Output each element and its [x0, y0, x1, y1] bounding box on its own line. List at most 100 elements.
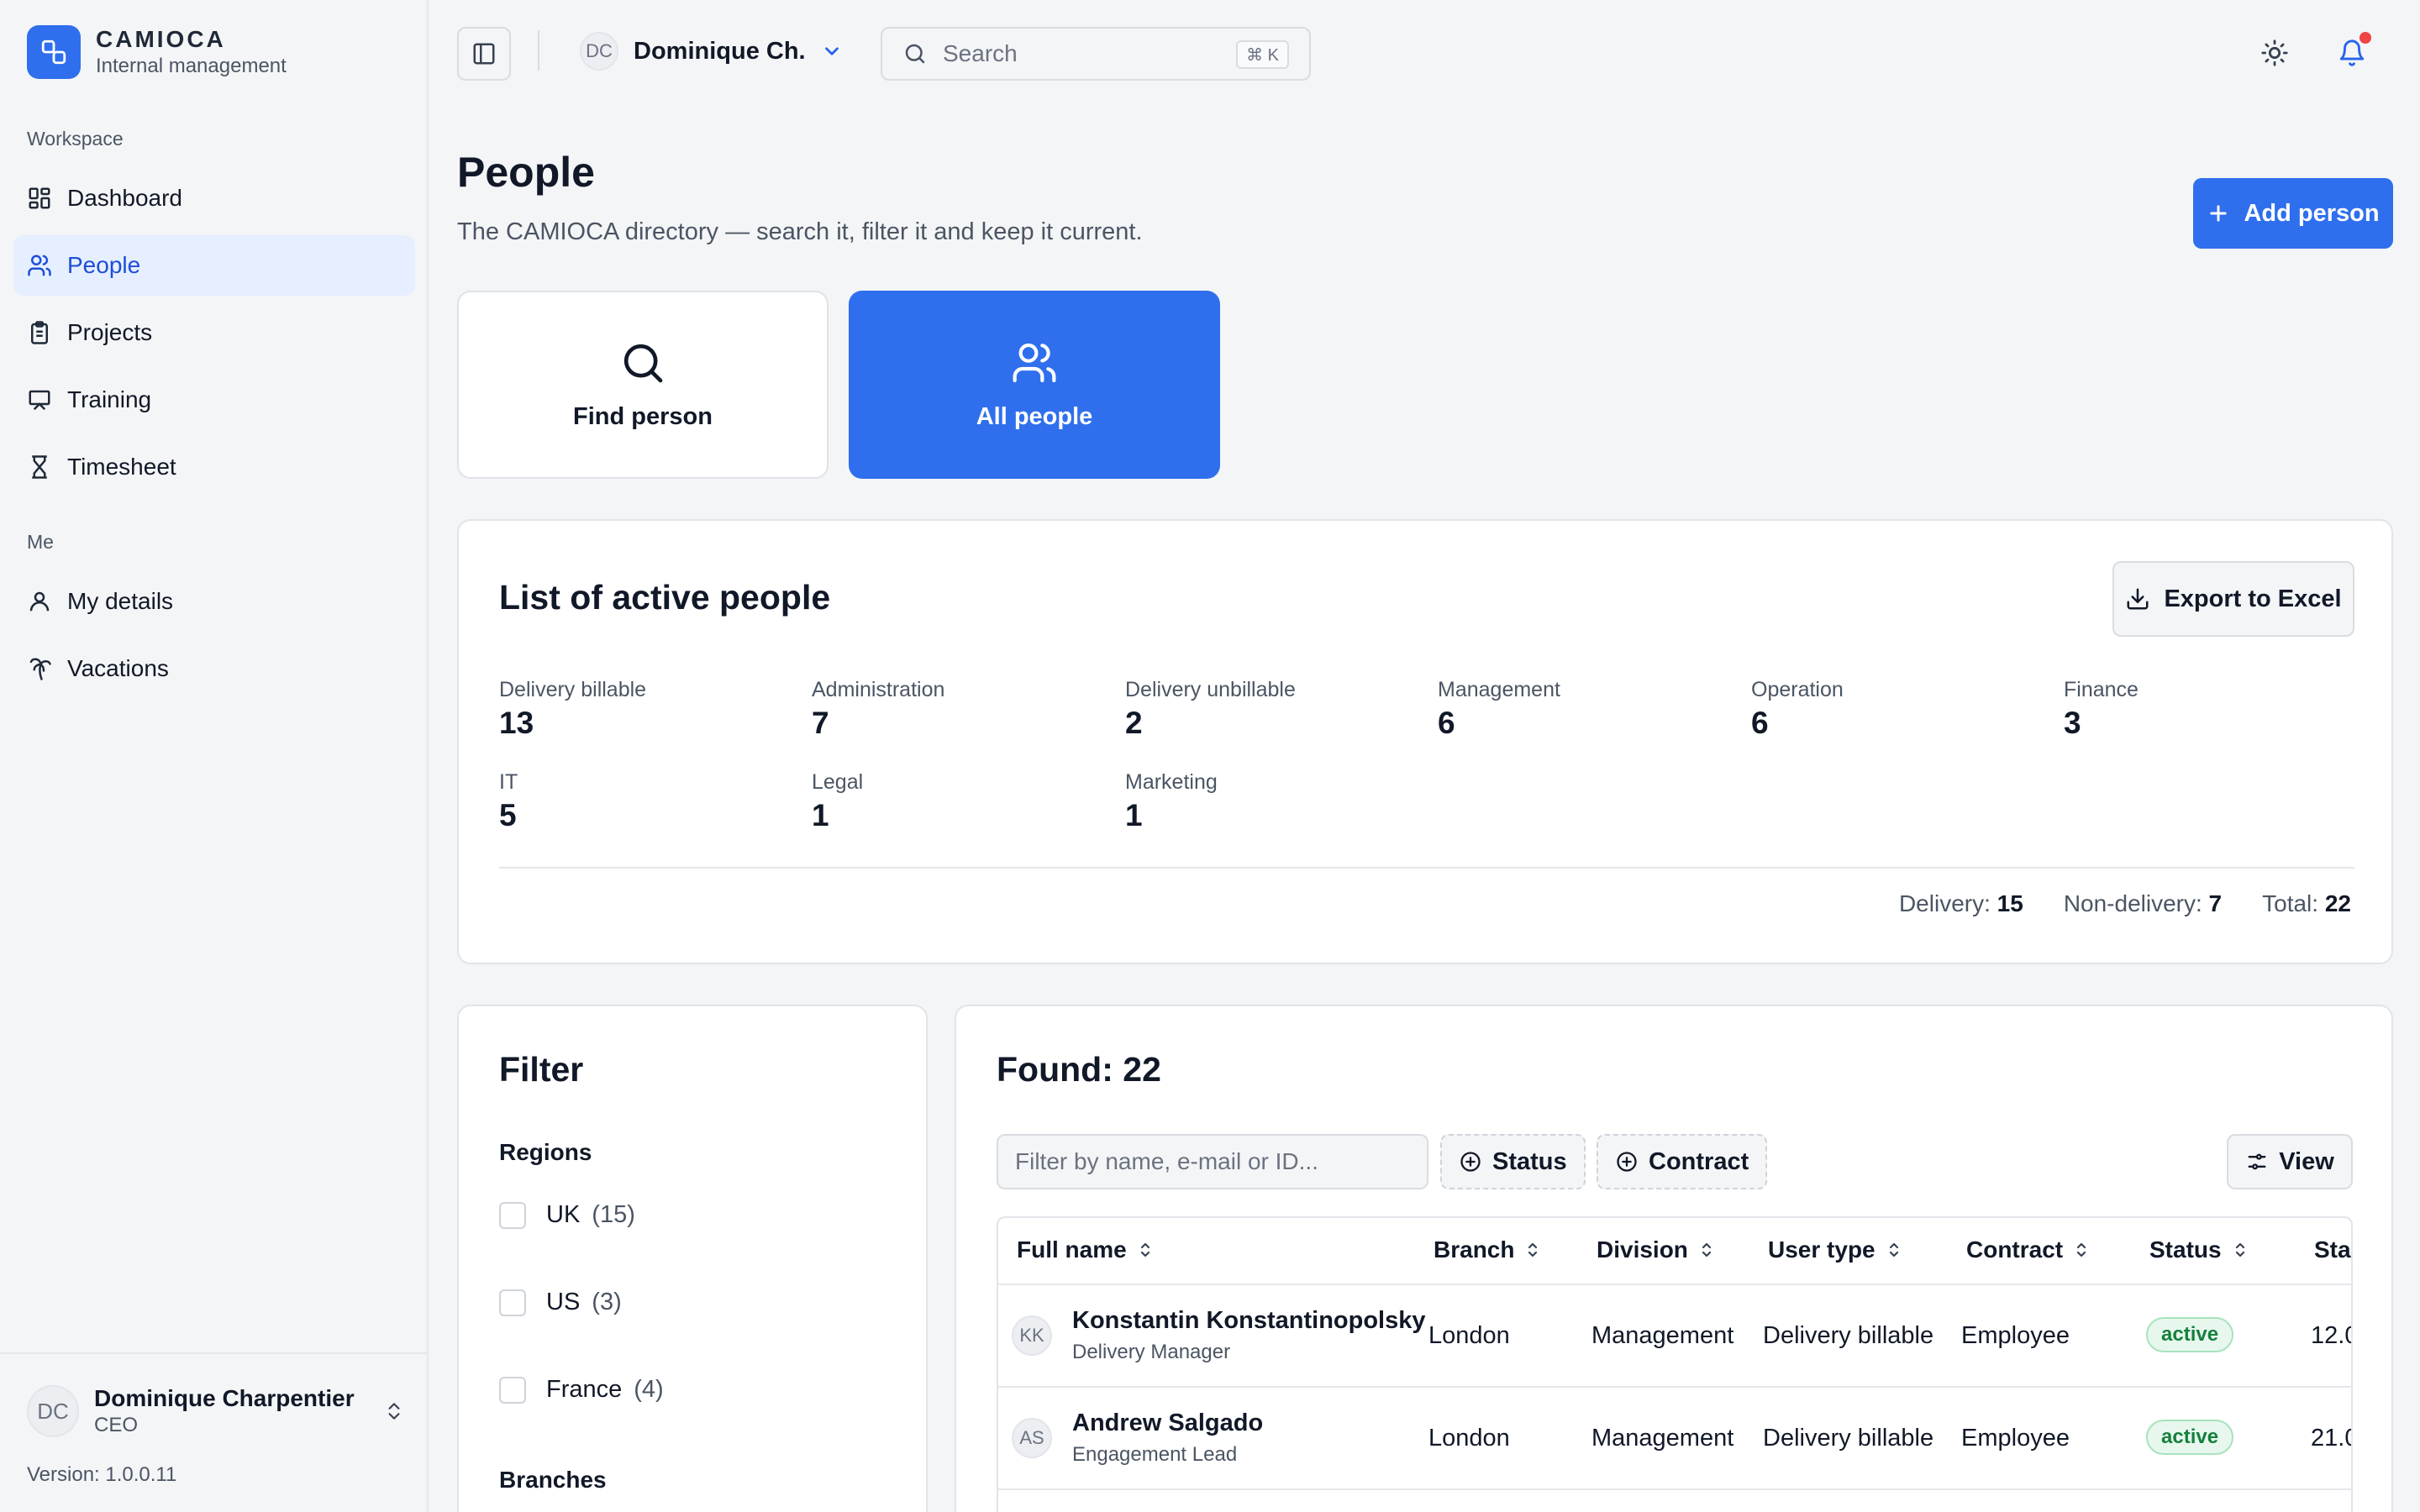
search-shortcut: ⌘ K — [1236, 40, 1289, 69]
sidebar-item-people[interactable]: People — [13, 235, 415, 296]
dashboard-icon — [27, 186, 52, 211]
avatar: KK — [1012, 1315, 1052, 1356]
sidebar-item-vacations[interactable]: Vacations — [13, 638, 415, 699]
me-section-label: Me — [27, 531, 54, 553]
contract-filter-chip[interactable]: Contract — [1597, 1134, 1768, 1189]
brand[interactable]: CAMIOCA Internal management — [27, 25, 287, 79]
total-all: Total: 22 — [2262, 890, 2351, 916]
column-header-start[interactable]: Sta — [2314, 1236, 2351, 1263]
sidebar-item-label: Timesheet — [67, 454, 176, 480]
users-icon — [1011, 339, 1058, 386]
plus-circle-icon — [1615, 1150, 1649, 1173]
sidebar-item-training[interactable]: Training — [13, 370, 415, 430]
region-filter-uk[interactable]: UK (15) — [499, 1201, 635, 1229]
results-count: Found: 22 — [997, 1050, 1161, 1089]
table-header: Full name Branch Division User type Cont… — [998, 1218, 2351, 1285]
sidebar-item-label: Projects — [67, 319, 153, 345]
checkbox[interactable] — [499, 1201, 526, 1229]
plus-circle-icon — [1459, 1150, 1492, 1173]
notifications-button[interactable] — [2338, 32, 2371, 67]
contract-chip-label: Contract — [1649, 1147, 1749, 1175]
user-switcher[interactable]: DC Dominique Ch. — [580, 32, 843, 71]
stat-it: IT 5 — [499, 769, 802, 837]
sidebar-item-my-details[interactable]: My details — [13, 571, 415, 632]
stat-label: Finance — [2064, 678, 2139, 701]
people-filter-input[interactable]: Filter by name, e-mail or ID... — [997, 1134, 1428, 1189]
column-header-status[interactable]: Status — [2149, 1236, 2250, 1263]
table-row[interactable]: AS Andrew Salgado Engagement Lead London… — [998, 1388, 2351, 1490]
all-people-tile[interactable]: All people — [849, 291, 1220, 479]
current-user-role: CEO — [94, 1414, 139, 1436]
stat-value: 2 — [1125, 706, 1143, 740]
table-row[interactable]: KK Konstantin Konstantinopolsky Delivery… — [998, 1285, 2351, 1388]
cell-contract: Employee — [1961, 1322, 2070, 1349]
cell-division: Management — [1591, 1425, 1734, 1452]
stat-delivery-billable: Delivery billable 13 — [499, 677, 802, 744]
stat-operation: Operation 6 — [1751, 677, 2054, 744]
stat-value: 3 — [2064, 706, 2081, 740]
stat-value: 6 — [1438, 706, 1455, 740]
checkbox[interactable] — [499, 1376, 526, 1404]
view-options-button[interactable]: View — [2227, 1134, 2353, 1189]
sidebar: CAMIOCA Internal management Workspace Da… — [0, 0, 429, 1512]
status-chip-label: Status — [1492, 1147, 1567, 1175]
add-person-button[interactable]: Add person — [2193, 178, 2393, 249]
stat-label: Operation — [1751, 678, 1844, 701]
status-filter-chip[interactable]: Status — [1440, 1134, 1586, 1189]
sidebar-item-label: Training — [67, 386, 152, 412]
panel-left-icon — [471, 41, 497, 66]
find-person-label: Find person — [573, 402, 713, 430]
view-label: View — [2279, 1147, 2334, 1175]
page-subtitle: The CAMIOCA directory — search it, filte… — [457, 218, 1143, 245]
person-name[interactable]: Konstantin Konstantinopolsky — [1072, 1307, 1426, 1335]
export-label: Export to Excel — [2164, 585, 2342, 612]
column-header-full-name[interactable]: Full name — [1017, 1236, 1155, 1263]
current-user-menu[interactable]: DC Dominique Charpentier CEO — [27, 1384, 405, 1438]
export-to-excel-button[interactable]: Export to Excel — [2112, 561, 2354, 637]
stats-title: List of active people — [499, 578, 831, 617]
filter-card: Filter Regions UK (15) US (3) France (4)… — [457, 1005, 928, 1512]
brand-logo-icon — [27, 25, 81, 79]
topbar: DC Dominique Ch. Search ⌘ K — [430, 0, 2420, 108]
sidebar-item-projects[interactable]: Projects — [13, 302, 415, 363]
search-icon — [619, 339, 666, 386]
download-icon — [2125, 586, 2164, 612]
hourglass-icon — [27, 454, 52, 480]
column-header-branch[interactable]: Branch — [1434, 1236, 1543, 1263]
clipboard-icon — [27, 320, 52, 345]
column-header-division[interactable]: Division — [1597, 1236, 1717, 1263]
stat-value: 7 — [812, 706, 829, 740]
stat-label: Management — [1438, 678, 1560, 701]
person-role: Delivery Manager — [1072, 1341, 1231, 1363]
region-filter-france[interactable]: France (4) — [499, 1376, 664, 1404]
sort-icon — [1528, 1242, 1538, 1257]
sidebar-item-label: Vacations — [67, 655, 169, 681]
column-header-contract[interactable]: Contract — [1966, 1236, 2091, 1263]
sliders-icon — [2245, 1150, 2279, 1173]
column-header-user-type[interactable]: User type — [1768, 1236, 1904, 1263]
search-input[interactable]: Search ⌘ K — [881, 27, 1311, 81]
all-people-label: All people — [976, 402, 1093, 430]
person-name[interactable]: Andrew Salgado — [1072, 1410, 1263, 1437]
brand-subtitle: Internal management — [96, 55, 287, 77]
stat-finance: Finance 3 — [2064, 677, 2366, 744]
sidebar-item-timesheet[interactable]: Timesheet — [13, 437, 415, 497]
stat-label: Legal — [812, 770, 864, 794]
sidebar-toggle-button[interactable] — [457, 27, 511, 81]
user-switcher-name: Dominique Ch. — [634, 37, 806, 65]
user-icon — [27, 589, 52, 614]
cell-branch: London — [1428, 1425, 1510, 1452]
sidebar-item-dashboard[interactable]: Dashboard — [13, 168, 415, 228]
add-person-label: Add person — [2244, 199, 2380, 227]
region-name: UK — [546, 1201, 581, 1228]
sidebar-item-label: Dashboard — [67, 185, 182, 211]
region-count: (15) — [592, 1201, 635, 1228]
theme-toggle-button[interactable] — [2260, 39, 2289, 67]
stat-legal: Legal 1 — [812, 769, 1114, 837]
checkbox[interactable] — [499, 1289, 526, 1316]
search-placeholder: Search — [943, 40, 1018, 66]
region-filter-us[interactable]: US (3) — [499, 1289, 622, 1316]
find-person-tile[interactable]: Find person — [457, 291, 829, 479]
region-count: (3) — [592, 1289, 622, 1315]
stat-marketing: Marketing 1 — [1125, 769, 1428, 837]
